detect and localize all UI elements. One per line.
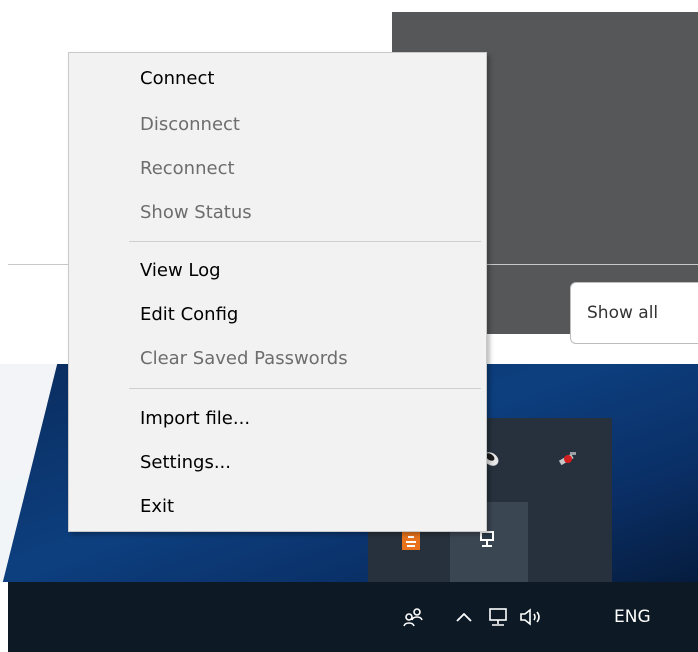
menu-item-reconnect: Reconnect xyxy=(140,158,235,179)
menu-item-edit-config[interactable]: Edit Config xyxy=(140,301,238,329)
openvpn-icon[interactable] xyxy=(400,530,422,557)
menu-item-connect[interactable]: Connect xyxy=(140,65,214,93)
menu-item-view-log[interactable]: View Log xyxy=(140,257,221,285)
menu-item-disconnect: Disconnect xyxy=(140,114,240,135)
openvpn-context-menu: Connect Disconnect Reconnect Show Status… xyxy=(68,52,487,532)
desktop-wallpaper-shape xyxy=(0,364,58,582)
language-indicator[interactable]: ENG xyxy=(614,606,651,628)
volume-icon[interactable] xyxy=(518,606,546,634)
network-icon[interactable] xyxy=(486,606,510,634)
chevron-up-icon[interactable] xyxy=(454,606,474,634)
menu-item-clear-saved-passwords: Clear Saved Passwords xyxy=(140,348,348,369)
menu-item-show-status: Show Status xyxy=(140,202,252,223)
taskbar: ENG xyxy=(8,582,698,652)
network-monitor-icon[interactable] xyxy=(476,528,498,555)
menu-item-import-file[interactable]: Import file... xyxy=(140,405,250,433)
menu-item-settings[interactable]: Settings... xyxy=(140,449,231,477)
menu-separator xyxy=(129,388,481,389)
menu-separator xyxy=(129,241,481,242)
satellite-icon[interactable] xyxy=(556,448,578,475)
menu-item-exit[interactable]: Exit xyxy=(140,493,174,521)
people-icon[interactable] xyxy=(402,606,424,634)
show-all-button[interactable]: Show all xyxy=(570,282,698,344)
